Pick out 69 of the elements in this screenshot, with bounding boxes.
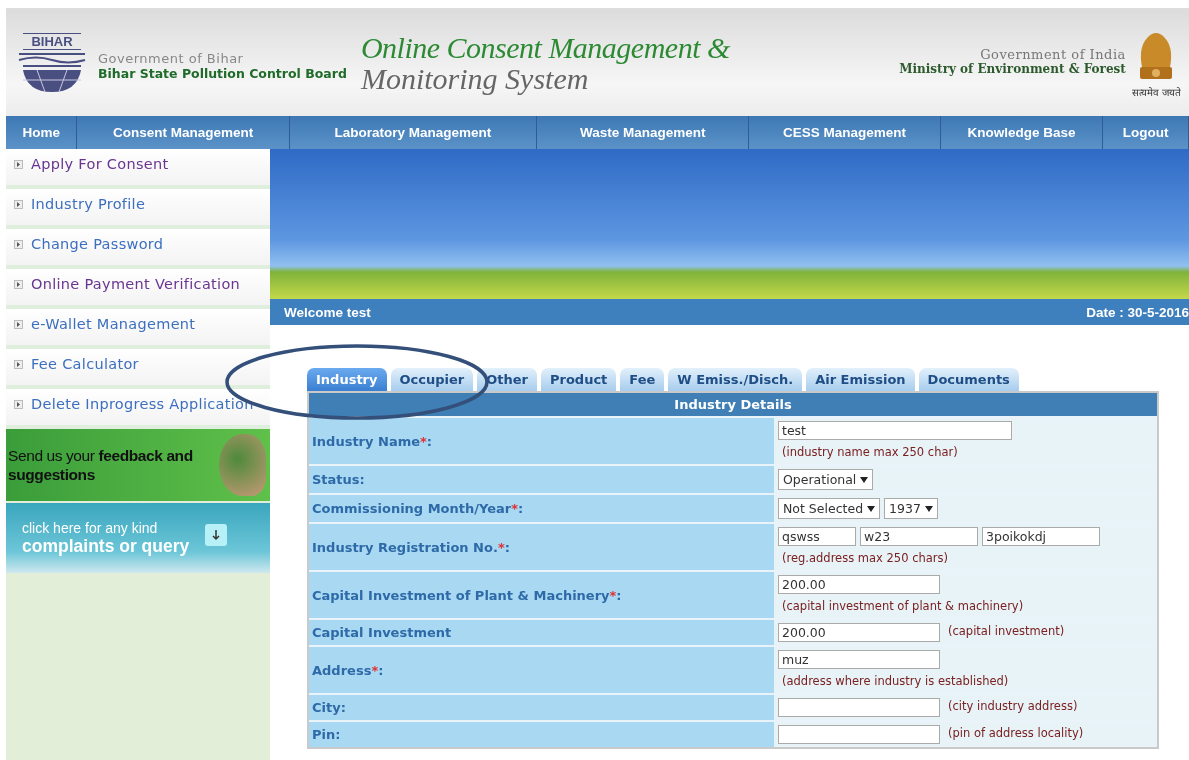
tab[interactable]: Air Emission bbox=[806, 368, 915, 391]
field-hint: (address where industry is established) bbox=[782, 673, 1009, 690]
field-hint: (city industry address) bbox=[948, 698, 1078, 715]
government-label: Government of India bbox=[980, 46, 1126, 62]
motto-text: सत्यमेव जयते bbox=[1131, 86, 1181, 99]
input-field[interactable] bbox=[778, 698, 940, 717]
sidebar-link[interactable]: Fee Calculator bbox=[6, 349, 270, 389]
sidebar-link[interactable]: Industry Profile bbox=[6, 189, 270, 229]
input-field[interactable]: muz bbox=[778, 650, 940, 669]
tab[interactable]: Documents bbox=[918, 368, 1019, 391]
government-label: Government of Bihar bbox=[98, 51, 245, 66]
tab[interactable]: Occupier bbox=[390, 368, 474, 391]
bullet-icon bbox=[14, 280, 23, 289]
field-hint: (pin of address locality) bbox=[948, 725, 1084, 742]
table-title: Industry Details bbox=[309, 393, 1157, 416]
input-field[interactable]: 200.00 bbox=[778, 623, 940, 642]
field-label: Industry Name*: bbox=[309, 418, 774, 464]
field-label: Status: bbox=[309, 466, 774, 493]
sidebar-link[interactable]: Online Payment Verification bbox=[6, 269, 270, 309]
field-hint: (reg.address max 250 chars) bbox=[782, 550, 948, 567]
date-text: Date : 30-5-2016 bbox=[1086, 304, 1189, 320]
field-hint: (industry name max 250 char) bbox=[782, 444, 958, 461]
bullet-icon bbox=[14, 240, 23, 249]
feedback-text: Send us your feedback and suggestions bbox=[8, 446, 194, 484]
board-name: Bihar State Pollution Control Board bbox=[98, 66, 347, 81]
complaint-caption: click here for any kind bbox=[22, 519, 159, 536]
input-field[interactable]: test bbox=[778, 421, 1012, 440]
input-field[interactable]: qswss bbox=[778, 527, 856, 546]
field-label: Industry Registration No.*: bbox=[309, 524, 774, 570]
tab[interactable]: Fee bbox=[620, 368, 665, 391]
sidebar-link[interactable]: e-Wallet Management bbox=[6, 309, 270, 349]
sidebar-link[interactable]: Change Password bbox=[6, 229, 270, 269]
field-label: City: bbox=[309, 695, 774, 720]
sidebar-link[interactable]: Apply For Consent bbox=[6, 149, 270, 189]
site-title: Online Consent Management & bbox=[360, 30, 730, 65]
field-label: Pin: bbox=[309, 722, 774, 747]
tab[interactable]: Industry bbox=[307, 368, 387, 391]
caret-icon bbox=[867, 505, 876, 512]
welcome-text: Welcome test bbox=[284, 304, 371, 320]
bullet-icon bbox=[14, 400, 23, 409]
bullet-icon bbox=[14, 160, 23, 169]
input-field[interactable]: 200.00 bbox=[778, 575, 940, 594]
caret-icon bbox=[860, 476, 869, 483]
bullet-icon bbox=[14, 200, 23, 209]
input-field[interactable]: 3poikokdj bbox=[982, 527, 1100, 546]
field-label: Commissioning Month/Year*: bbox=[309, 495, 774, 522]
field-label: Capital Investment of Plant & Machinery*: bbox=[309, 572, 774, 618]
complaint-title: complaints or query bbox=[22, 535, 190, 557]
dropdown[interactable]: Operational bbox=[778, 469, 874, 490]
photo-placeholder bbox=[218, 434, 266, 496]
feedback-banner[interactable]: Send us your feedback and suggestions bbox=[6, 429, 270, 501]
dropdown[interactable]: Not Selected bbox=[778, 498, 881, 519]
input-field[interactable]: w23 bbox=[860, 527, 978, 546]
field-label: Address*: bbox=[309, 647, 774, 693]
field-hint: (capital investment of plant & machinery) bbox=[782, 598, 1024, 615]
input-field[interactable] bbox=[778, 725, 940, 744]
dropdown[interactable]: 1937 bbox=[884, 498, 938, 519]
caret-icon bbox=[924, 505, 933, 512]
tab[interactable]: Product bbox=[540, 368, 617, 391]
field-label: Capital Investment bbox=[309, 620, 774, 645]
bullet-icon bbox=[14, 360, 23, 369]
field-hint: (capital investment) bbox=[948, 623, 1065, 640]
tab[interactable]: Other bbox=[477, 368, 537, 391]
arrow-down-icon bbox=[205, 524, 228, 546]
ministry-name: Ministry of Environment & Forest bbox=[899, 61, 1126, 76]
sidebar-link[interactable]: Delete Inprogress Application bbox=[6, 389, 270, 429]
bullet-icon bbox=[14, 320, 23, 329]
tab[interactable]: W Emiss./Disch. bbox=[668, 368, 803, 391]
state-logo-text: BIHAR bbox=[23, 32, 81, 50]
